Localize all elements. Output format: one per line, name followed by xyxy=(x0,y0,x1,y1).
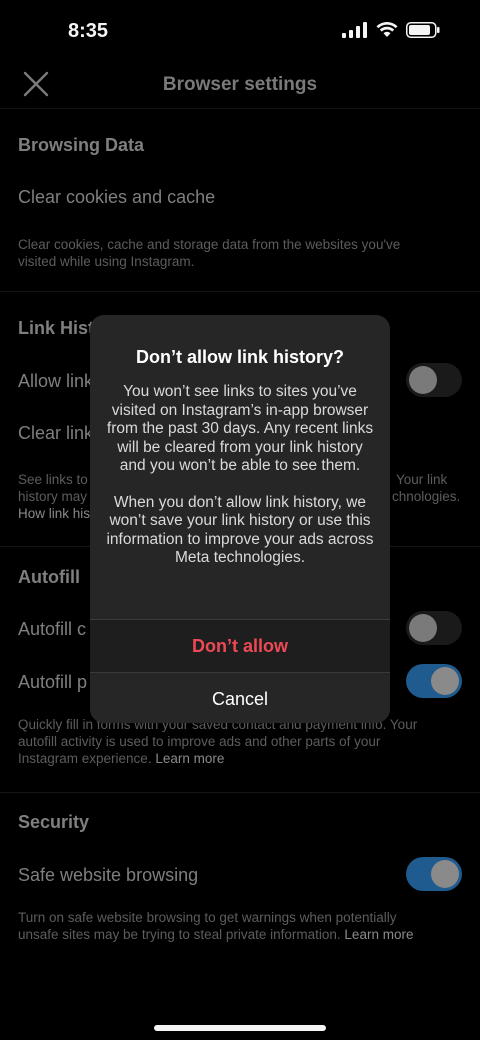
home-indicator[interactable] xyxy=(154,1025,326,1031)
header: Browser settings xyxy=(0,64,480,109)
link-history-description-left: See links to history may How link his xyxy=(18,471,98,522)
dont-allow-button[interactable]: Don’t allow xyxy=(90,619,390,672)
status-time: 8:35 xyxy=(68,20,109,42)
clear-cookies-button[interactable]: Clear cookies and cache xyxy=(18,187,215,208)
browsing-data-title: Browsing Data xyxy=(18,135,145,155)
confirm-dialog: Don’t allow link history? You won’t see … xyxy=(90,315,390,723)
page-title: Browser settings xyxy=(162,74,318,95)
allow-link-history-toggle[interactable] xyxy=(406,363,462,397)
security-title: Security xyxy=(18,812,90,832)
status-bar: 8:35 xyxy=(0,0,480,64)
allow-link-history-label: Allow link xyxy=(18,371,94,391)
divider xyxy=(0,291,480,292)
wifi-icon xyxy=(376,22,398,37)
clear-link-history-button[interactable]: Clear link xyxy=(18,423,93,444)
status-icons xyxy=(342,22,440,38)
toggle-knob xyxy=(431,860,459,888)
toggle-knob xyxy=(409,614,437,642)
toggle-knob xyxy=(431,667,459,695)
autofill-learn-more-link[interactable]: Learn more xyxy=(155,751,224,766)
autofill-description: Quickly fill in forms with your saved co… xyxy=(18,717,418,766)
safe-browsing-toggle[interactable] xyxy=(406,857,462,891)
security-description: Turn on safe website browsing to get war… xyxy=(18,910,414,942)
dialog-title: Don’t allow link history? xyxy=(135,347,344,367)
autofill-payment-label: Autofill p xyxy=(18,672,88,692)
cellular-signal-icon xyxy=(342,22,367,38)
link-history-title: Link Hist xyxy=(18,318,95,338)
security-learn-more-link[interactable]: Learn more xyxy=(344,927,413,942)
divider xyxy=(0,792,480,793)
how-link-history-link[interactable]: How link his xyxy=(18,505,98,522)
toggle-knob xyxy=(409,366,437,394)
safe-browsing-label: Safe website browsing xyxy=(18,865,199,885)
battery-icon xyxy=(406,22,440,38)
autofill-contact-toggle[interactable] xyxy=(406,611,462,645)
cancel-button[interactable]: Cancel xyxy=(90,672,390,723)
browsing-data-description: Clear cookies, cache and storage data fr… xyxy=(18,237,401,269)
dialog-body: You won’t see links to sites you’ve visi… xyxy=(106,383,374,566)
autofill-title: Autofill xyxy=(18,567,80,587)
autofill-payment-toggle[interactable] xyxy=(406,664,462,698)
autofill-contact-label: Autofill c xyxy=(18,619,87,639)
link-history-description-right: Your link chnologies. xyxy=(392,472,461,504)
